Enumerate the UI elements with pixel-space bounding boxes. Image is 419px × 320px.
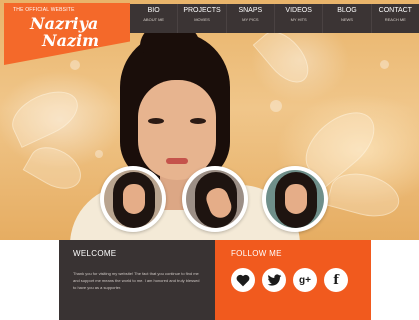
nav-item-snaps[interactable]: SNAPS MY PICS [225,4,274,33]
bokeh-light [70,60,80,70]
twitter-icon[interactable] [262,268,286,292]
nav-label: PROJECTS [183,7,221,14]
bokeh-light [270,100,282,112]
main-nav: BIO ABOUT ME PROJECTS MOVIES SNAPS MY PI… [130,4,419,33]
welcome-heading: WELCOME [73,249,117,258]
social-links: g+ f [231,268,355,292]
nav-sublabel: REACH ME [384,17,406,22]
google-plus-glyph: g+ [299,274,311,286]
nav-label: SNAPS [238,7,263,14]
follow-heading: FOLLOW ME [231,249,282,258]
google-plus-icon[interactable]: g+ [293,268,317,292]
bokeh-light [380,60,389,69]
nav-label: CONTACT [378,7,412,14]
nav-item-videos[interactable]: VIDEOS MY HITS [273,4,322,33]
nav-item-blog[interactable]: BLOG NEWS [322,4,370,33]
flower-decoration [4,82,86,148]
nav-sublabel: ABOUT ME [143,17,165,22]
nav-label: VIDEOS [285,7,312,14]
logo-first-name: Nazriya [30,14,99,33]
bokeh-light [95,150,103,158]
welcome-text: Thank you for visiting my website! The f… [73,271,200,290]
welcome-panel: WELCOME Thank you for visiting my websit… [59,240,215,320]
nav-sublabel: NEWS [340,17,353,22]
nav-label: BIO [147,7,160,14]
nav-item-bio[interactable]: BIO ABOUT ME [130,4,177,33]
heart-icon[interactable] [231,268,255,292]
logo-last-name: Nazim [42,31,100,50]
logo-tagline: THE OFFICIAL WEBSITE [13,7,75,13]
follow-panel: FOLLOW ME g+ f [215,240,371,320]
gallery-thumbnail[interactable] [262,166,328,232]
nav-sublabel: MY PICS [242,17,259,22]
facebook-glyph: f [333,272,339,288]
nav-sublabel: MOVIES [194,17,210,22]
gallery-thumbnail[interactable] [100,166,166,232]
nav-label: BLOG [337,7,357,14]
facebook-icon[interactable]: f [324,268,348,292]
nav-item-contact[interactable]: CONTACT REACH ME [370,4,419,33]
nav-sublabel: MY HITS [290,17,307,22]
nav-item-projects[interactable]: PROJECTS MOVIES [177,4,225,33]
flower-decoration [22,138,89,198]
gallery-thumbnail[interactable] [182,166,248,232]
flower-decoration [252,23,318,91]
